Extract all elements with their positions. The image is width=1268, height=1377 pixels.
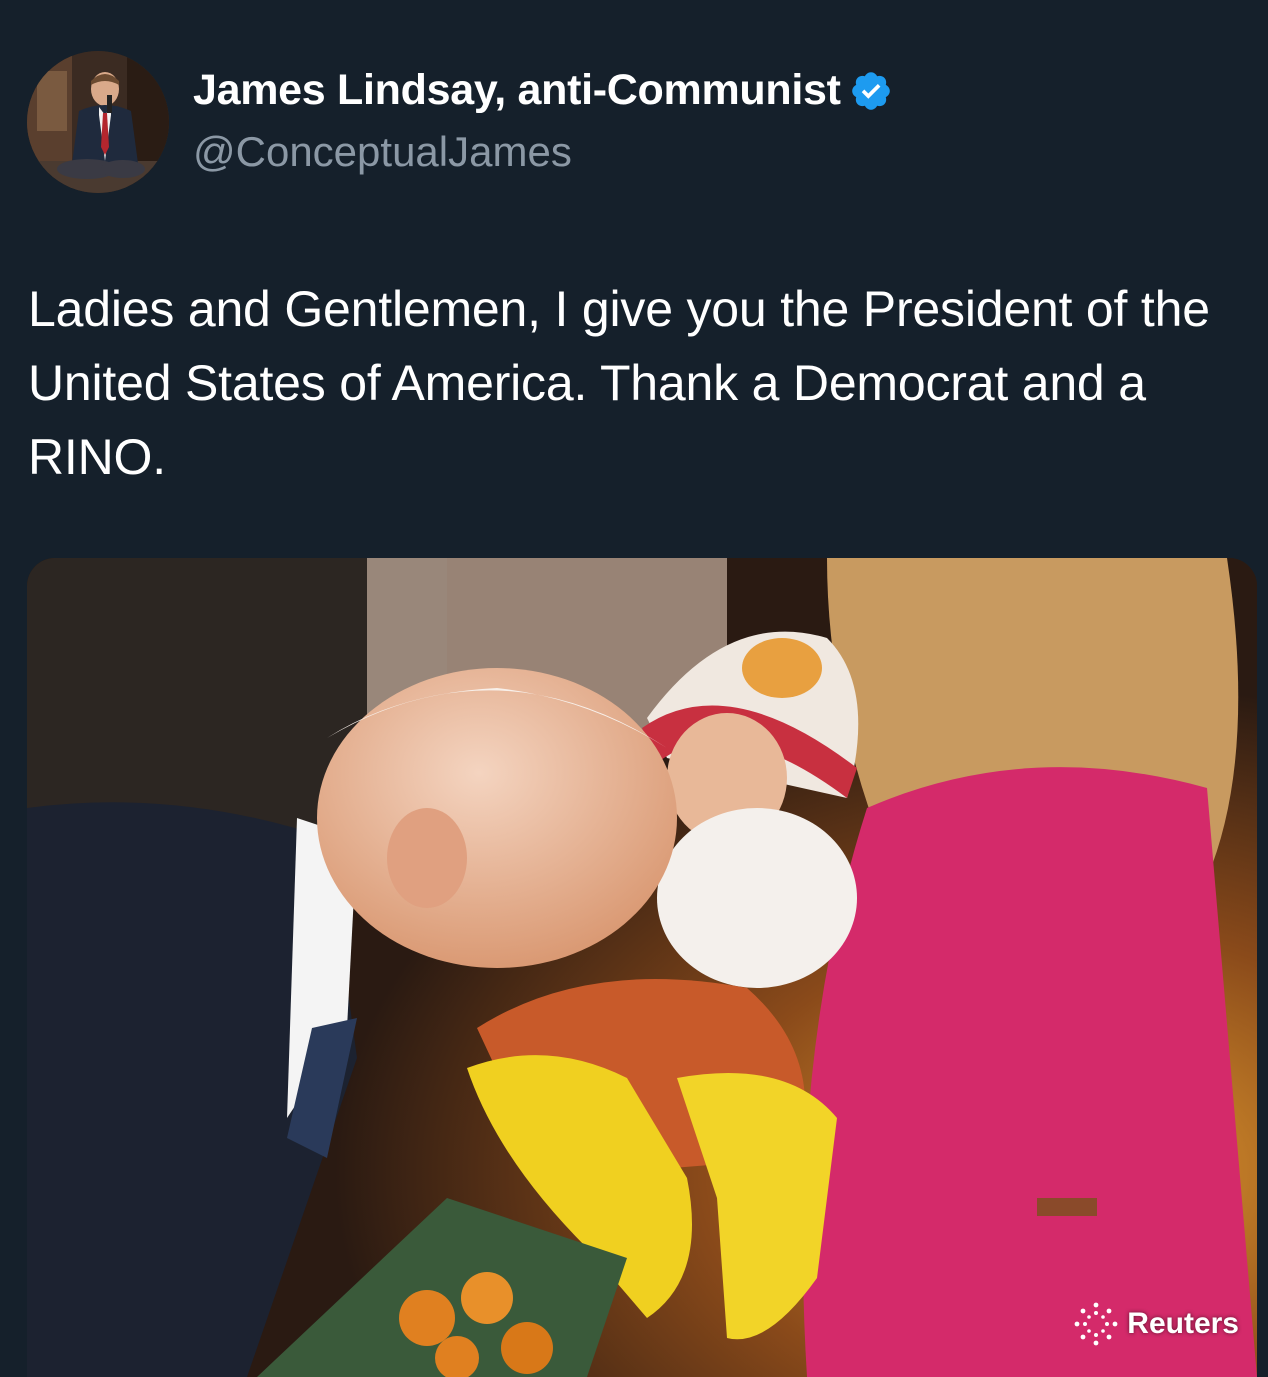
- tweet-card[interactable]: James Lindsay, anti-Communist @Conceptua…: [0, 0, 1268, 1377]
- photo-watermark: Reuters: [1071, 1299, 1239, 1349]
- author-display-name[interactable]: James Lindsay, anti-Communist: [193, 66, 893, 115]
- author-handle[interactable]: @ConceptualJames: [193, 128, 572, 176]
- tweet-photo[interactable]: Reuters: [27, 558, 1257, 1377]
- display-name-text: James Lindsay, anti-Communist: [193, 66, 841, 114]
- verified-badge-icon: [851, 71, 890, 110]
- photo-image: [27, 558, 1257, 1377]
- reuters-logo-icon: [1074, 1302, 1118, 1346]
- tweet-text: Ladies and Gentlemen, I give you the Pre…: [28, 281, 1210, 485]
- watermark-text: Reuters: [1127, 1307, 1239, 1340]
- author-avatar[interactable]: [27, 51, 169, 193]
- avatar-image: [27, 51, 169, 193]
